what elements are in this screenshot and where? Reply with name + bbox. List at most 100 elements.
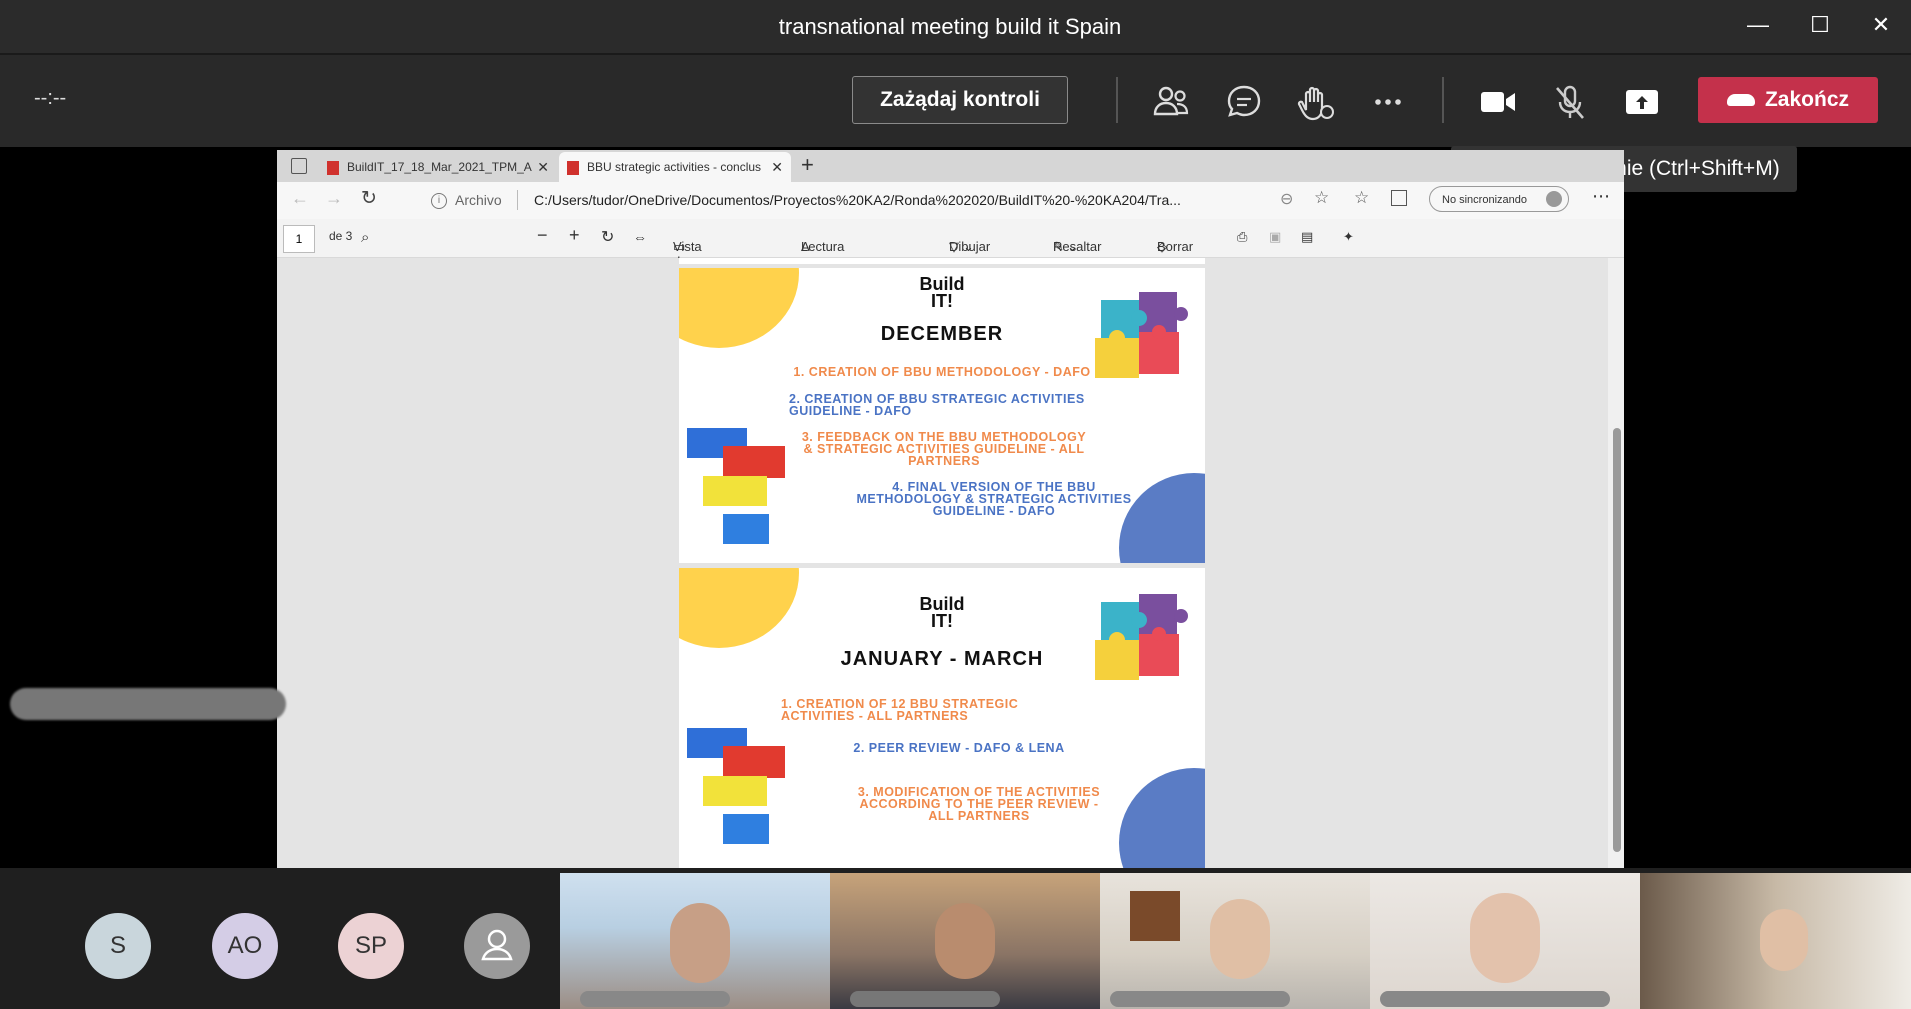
chevron-down-icon: ⌄ — [1067, 239, 1078, 254]
zoom-out-icon[interactable]: − — [537, 225, 548, 246]
slide-item: 1. CREATION OF BBU METHODOLOGY - DAFO — [793, 365, 1091, 379]
favorite-add-icon[interactable]: ☆ — [1314, 188, 1329, 208]
rotate-icon[interactable]: ↻ — [601, 227, 614, 247]
erase-label: Borrar — [1157, 239, 1194, 254]
blue-circle-decoration — [1119, 768, 1205, 868]
address-bar: ← → ↻ i Archivo C:/Users/tudor/OneDrive/… — [277, 182, 1624, 220]
participant-avatar[interactable]: S — [85, 913, 151, 979]
participant-face — [935, 903, 995, 979]
person-icon — [481, 929, 513, 961]
favorites-icon[interactable]: ☆ — [1354, 188, 1369, 208]
zoom-icon[interactable]: ⊖ — [1280, 189, 1293, 209]
wall-painting — [1130, 891, 1180, 941]
new-tab-icon[interactable]: + — [801, 152, 814, 178]
participant-video[interactable] — [1370, 873, 1640, 1009]
buildit-logo: Build IT! — [919, 274, 965, 311]
pdf-toolbar: 1 de 3 ⌕ − + ↻ ⇔ ▭ Vista de página A Lec… — [277, 219, 1624, 284]
chat-icon[interactable] — [1222, 80, 1266, 124]
zoom-in-icon[interactable]: + — [569, 225, 580, 246]
end-call-button[interactable]: Zakończ — [1698, 77, 1878, 123]
request-control-button[interactable]: Zażądaj kontroli — [852, 76, 1068, 124]
url-field[interactable]: C:/Users/tudor/OneDrive/Documentos/Proye… — [534, 192, 1181, 208]
puzzle-icon — [1095, 594, 1188, 680]
reactions-icon[interactable] — [1294, 80, 1338, 124]
save-as-icon[interactable]: ▤ — [1301, 229, 1313, 245]
info-icon: i — [431, 193, 447, 209]
participant-video[interactable] — [560, 873, 830, 1009]
participants-icon[interactable] — [1150, 80, 1194, 124]
sync-status-button[interactable]: No sincronizando — [1429, 186, 1569, 212]
participant-name-bar — [1110, 991, 1290, 1007]
lego-bricks-icon — [687, 428, 785, 544]
slide-item: 4. FINAL VERSION OF THE BBU METHODOLOGY … — [856, 480, 1132, 518]
toolbar-divider — [1116, 77, 1118, 123]
more-icon[interactable] — [1366, 80, 1410, 124]
pdf-viewer[interactable]: Build IT! DECEMBER 1. CREATION OF BBU ME… — [277, 258, 1608, 868]
slide-item: 2. PEER REVIEW - DAFO & LENA — [853, 741, 1065, 755]
file-scheme-label: Archivo — [455, 192, 502, 208]
slide-item: 3. MODIFICATION OF THE ACTIVITIES ACCORD… — [857, 785, 1101, 823]
save-icon[interactable]: ▣ — [1269, 229, 1281, 245]
tab-buildit-pdf[interactable]: BuildIT_17_18_Mar_2021_TPM_A ✕ — [323, 152, 553, 182]
previous-page-edge — [679, 258, 1205, 264]
participants-strip: S AO SP — [0, 868, 1911, 1009]
collections-icon[interactable] — [1391, 190, 1407, 206]
slide-item: 3. FEEDBACK ON THE BBU METHODOLOGY & STR… — [801, 430, 1087, 468]
tab-close-icon[interactable]: ✕ — [771, 152, 783, 182]
pin-icon[interactable]: ✦ — [1343, 229, 1354, 245]
share-icon[interactable] — [1620, 80, 1664, 124]
slide-item: 1. CREATION OF 12 BBU STRATEGIC ACTIVITI… — [781, 697, 1019, 723]
print-icon[interactable]: ⎙ — [1237, 229, 1247, 245]
participant-name-bar — [1380, 991, 1610, 1007]
end-call-label: Zakończ — [1764, 88, 1850, 111]
close-button[interactable]: ✕ — [1851, 0, 1911, 53]
page-total: de 3 — [329, 229, 353, 243]
participant-avatar[interactable]: SP — [338, 913, 404, 979]
pdf-icon — [567, 160, 579, 175]
participant-name-bar — [850, 991, 1000, 1007]
fit-page-icon[interactable]: ⇔ — [633, 229, 647, 245]
camera-icon[interactable] — [1476, 80, 1520, 124]
forward-icon[interactable]: → — [325, 188, 343, 209]
settings-more-icon[interactable]: ⋯ — [1592, 186, 1610, 207]
window-title: transnational meeting build it Spain — [778, 14, 1122, 39]
tab-actions-icon[interactable] — [291, 158, 307, 174]
participant-face — [1210, 899, 1270, 979]
pdf-page-december: Build IT! DECEMBER 1. CREATION OF BBU ME… — [679, 268, 1205, 563]
scrollbar-thumb[interactable] — [1613, 428, 1621, 852]
page-number-input[interactable]: 1 — [283, 225, 315, 253]
pdf-page-january-march: Build IT! JANUARY - MARCH 1. CREATION OF… — [679, 568, 1205, 868]
back-icon[interactable]: ← — [291, 188, 309, 209]
participant-face — [670, 903, 730, 983]
participant-name-bar — [580, 991, 730, 1007]
tab-label: BuildIT_17_18_Mar_2021_TPM_A — [347, 160, 532, 174]
search-icon[interactable]: ⌕ — [361, 229, 369, 246]
sync-status-label: No sincronizando — [1442, 194, 1527, 206]
address-divider — [517, 190, 518, 210]
maximize-button[interactable]: ☐ — [1790, 0, 1850, 53]
meeting-toolbar: --:-- Zażądaj kontroli Zakończ — [0, 55, 1911, 147]
participant-avatar[interactable]: AO — [212, 913, 278, 979]
participant-avatar[interactable] — [464, 913, 530, 979]
participant-face — [1760, 909, 1808, 971]
window-title-bar: transnational meeting build it Spain — ☐… — [0, 0, 1911, 55]
participant-video[interactable] — [1100, 873, 1370, 1009]
refresh-icon[interactable]: ↻ — [361, 187, 377, 210]
yellow-circle-decoration — [679, 568, 799, 648]
participant-video[interactable] — [1640, 873, 1911, 1009]
participant-video[interactable] — [830, 873, 1100, 1009]
pdf-icon — [327, 160, 339, 175]
minimize-button[interactable]: — — [1728, 0, 1788, 53]
slide-item: 2. CREATION OF BBU STRATEGIC ACTIVITIES … — [789, 392, 1085, 418]
profile-icon — [1546, 191, 1562, 207]
shared-screen-browser: BuildIT_17_18_Mar_2021_TPM_A ✕ BBU strat… — [277, 150, 1624, 868]
chevron-down-icon: ⌄ — [963, 239, 974, 254]
tab-close-icon[interactable]: ✕ — [537, 152, 549, 182]
lego-bricks-icon — [687, 728, 785, 844]
buildit-logo: Build IT! — [919, 594, 965, 631]
tab-label: BBU strategic activities - conclus — [587, 160, 762, 174]
presenter-name-bar — [10, 688, 286, 720]
tab-bbu-strategic-activities[interactable]: BBU strategic activities - conclus ✕ — [559, 152, 791, 182]
participant-face — [1470, 893, 1540, 983]
mic-muted-icon[interactable] — [1548, 80, 1592, 124]
